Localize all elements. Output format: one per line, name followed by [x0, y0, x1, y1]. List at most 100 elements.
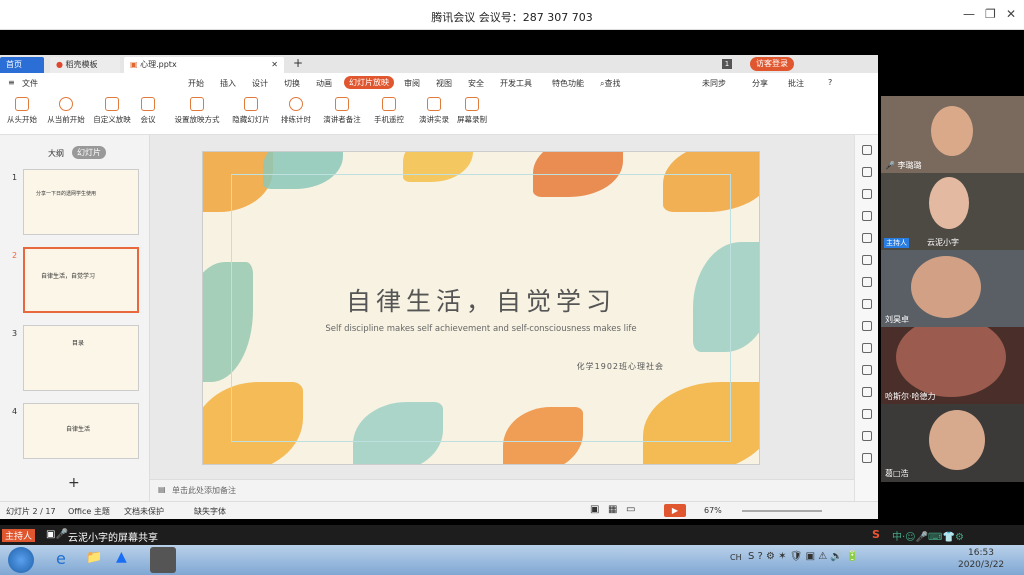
- slide-subtitle[interactable]: Self discipline makes self achievement a…: [203, 324, 759, 334]
- protect-status[interactable]: 文档未保护: [124, 506, 164, 517]
- missing-font[interactable]: 缺失字体: [194, 506, 226, 517]
- custom-show-button[interactable]: 自定义放映: [92, 97, 132, 125]
- play-slideshow-button[interactable]: ▶: [664, 504, 686, 517]
- slide-thumbnail[interactable]: 目录: [23, 325, 139, 391]
- menu-review[interactable]: 审阅: [404, 78, 420, 89]
- view-reading-icon[interactable]: ▭: [626, 504, 635, 515]
- screen-record-button[interactable]: 屏幕录制: [454, 97, 490, 125]
- menu-file[interactable]: 文件: [22, 78, 38, 89]
- export-icon[interactable]: [862, 343, 872, 353]
- phone-icon: [382, 97, 396, 111]
- sound-icon[interactable]: [862, 387, 872, 397]
- current-slide[interactable]: 自律生活，自觉学习 Self discipline makes self ach…: [202, 151, 760, 465]
- tab-home[interactable]: 首页: [0, 57, 44, 73]
- setup-show-button[interactable]: 设置放映方式: [172, 97, 222, 125]
- restore-icon[interactable]: ❐: [985, 7, 996, 21]
- slide-thumbnail[interactable]: 分享一下日的透网学生使用: [23, 169, 139, 235]
- zoom-slider[interactable]: [742, 510, 822, 512]
- image-icon[interactable]: [862, 365, 872, 375]
- menu-features[interactable]: 特色功能: [552, 78, 584, 89]
- chart-icon[interactable]: [862, 277, 872, 287]
- close-icon[interactable]: ✕: [1006, 7, 1016, 21]
- participant-video[interactable]: 主持人 云泥小字: [881, 173, 1024, 251]
- minimize-icon[interactable]: —: [963, 7, 975, 21]
- view-normal-icon[interactable]: ▣: [590, 504, 599, 515]
- notes-pane[interactable]: ▤ 单击此处添加备注: [150, 479, 854, 501]
- tab-templates[interactable]: ● 稻壳模板: [50, 57, 120, 73]
- menu-devtools[interactable]: 开发工具: [500, 78, 532, 89]
- play-from-current-button[interactable]: 从当前开始: [44, 97, 88, 125]
- clock-time[interactable]: 16:53: [968, 548, 994, 558]
- layout-icon[interactable]: [862, 299, 872, 309]
- video-icon[interactable]: [862, 431, 872, 441]
- tencent-meeting-icon[interactable]: ▲: [116, 549, 127, 565]
- tab-slides[interactable]: 幻灯片: [72, 146, 106, 159]
- tab-close-icon[interactable]: ✕: [271, 57, 278, 73]
- property-icon[interactable]: [862, 233, 872, 243]
- participant-name: 🎤 李璐璐: [885, 161, 922, 170]
- menu-security[interactable]: 安全: [468, 78, 484, 89]
- zoom-level[interactable]: 67%: [704, 506, 722, 515]
- thumb-number: 3: [12, 329, 18, 338]
- menu-search[interactable]: ⌕查找: [600, 78, 620, 89]
- sogou-ime-icon[interactable]: S: [872, 528, 880, 541]
- menu-animation[interactable]: 动画: [316, 78, 332, 89]
- shape-icon[interactable]: [862, 167, 872, 177]
- hide-slide-button[interactable]: 隐藏幻灯片: [230, 97, 272, 125]
- copy-icon[interactable]: [862, 321, 872, 331]
- clock-date[interactable]: 2020/3/22: [958, 560, 1004, 570]
- login-button[interactable]: 访客登录: [750, 57, 794, 71]
- theme-name: Office 主题: [68, 507, 110, 516]
- play-icon: [59, 97, 73, 111]
- screen-record-icon: [465, 97, 479, 111]
- menu-slideshow[interactable]: 幻灯片放映: [344, 76, 394, 89]
- participant-video[interactable]: 葛□浩: [881, 404, 1024, 482]
- participant-video[interactable]: 哈斯尔·哈德力: [881, 327, 1024, 405]
- ie-icon[interactable]: e: [56, 549, 66, 568]
- participant-video[interactable]: 🎤 李璐璐: [881, 96, 1024, 174]
- rehearse-timing-button[interactable]: 排练计时: [278, 97, 314, 125]
- add-slide-icon[interactable]: +: [68, 475, 80, 491]
- participant-video[interactable]: 刘昊卓: [881, 250, 1024, 328]
- tab-pptx[interactable]: ▣ 心理.pptx ✕: [124, 57, 284, 73]
- hamburger-icon[interactable]: ≡: [8, 78, 15, 87]
- view-sorter-icon[interactable]: ▦: [608, 504, 617, 515]
- slide-thumbnail[interactable]: 自律生活: [23, 403, 139, 459]
- sync-status[interactable]: 未同步: [702, 78, 726, 89]
- ime-tray[interactable]: 中·☺🎤⌨👕⚙: [892, 528, 964, 543]
- tray-icons[interactable]: S ? ⚙ ✶ 🛡 ▣ ⚠ 🔊 🔋: [748, 551, 858, 562]
- phone-remote-button[interactable]: 手机遥控: [372, 97, 406, 125]
- slide-thumbnail[interactable]: 自律生活，自觉学习: [23, 247, 139, 313]
- ribbon-slideshow: 从头开始 从当前开始 自定义放映 会议 设置放映方式 隐藏幻灯片 排练计时 演讲…: [0, 93, 878, 135]
- select-icon[interactable]: [862, 145, 872, 155]
- new-tab-icon[interactable]: +: [293, 56, 303, 70]
- menu-design[interactable]: 设计: [252, 78, 268, 89]
- help-icon[interactable]: ?: [828, 78, 832, 87]
- menu-home[interactable]: 开始: [188, 78, 204, 89]
- presenter-notes-button[interactable]: 演讲者备注: [320, 97, 364, 125]
- slide-count: 幻灯片 2 / 17: [6, 507, 56, 516]
- table-icon[interactable]: [862, 255, 872, 265]
- language-indicator[interactable]: CH: [730, 553, 742, 562]
- slide-club-name[interactable]: 化学1902班心理社会: [577, 361, 664, 372]
- meeting-button[interactable]: 会议: [136, 97, 160, 125]
- share-button[interactable]: 分享: [752, 78, 768, 89]
- tab-outline[interactable]: 大纲: [48, 148, 64, 159]
- menu-view[interactable]: 视图: [436, 78, 452, 89]
- wechat-thumb-icon[interactable]: [150, 547, 176, 573]
- explorer-icon[interactable]: 📁: [86, 550, 102, 565]
- screen-share-bar: 主持人 ▣🎤 云泥小字的屏幕共享 S 中·☺🎤⌨👕⚙: [0, 525, 1024, 545]
- menu-insert[interactable]: 插入: [220, 78, 236, 89]
- setup-icon: [190, 97, 204, 111]
- menu-transition[interactable]: 切换: [284, 78, 300, 89]
- thumb-number: 4: [12, 407, 18, 416]
- note-icon[interactable]: [862, 453, 872, 463]
- start-button[interactable]: [8, 547, 34, 573]
- comment-button[interactable]: 批注: [788, 78, 804, 89]
- location-icon[interactable]: [862, 211, 872, 221]
- help-icon[interactable]: [862, 409, 872, 419]
- slide-title[interactable]: 自律生活，自觉学习: [203, 282, 759, 318]
- play-from-start-button[interactable]: 从头开始: [6, 97, 38, 125]
- record-talk-button[interactable]: 演讲实录: [416, 97, 452, 125]
- star-icon[interactable]: [862, 189, 872, 199]
